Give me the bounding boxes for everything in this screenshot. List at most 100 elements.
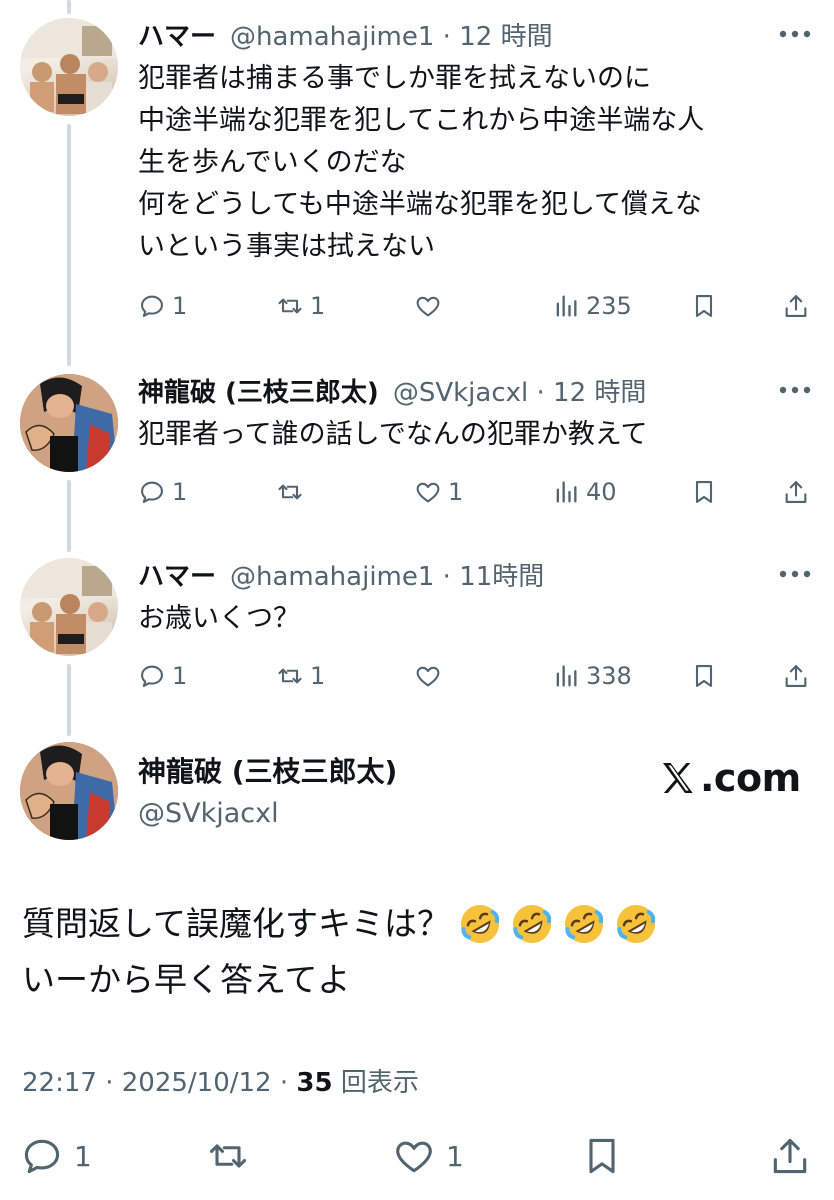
retweet-icon bbox=[209, 1144, 247, 1168]
retweet-icon bbox=[278, 298, 302, 314]
user-handle[interactable]: @hamahajime1 · 11時間 bbox=[230, 556, 544, 593]
share-button[interactable] bbox=[782, 288, 810, 324]
views-chart-icon bbox=[556, 295, 577, 317]
bookmark-button[interactable] bbox=[580, 1130, 624, 1182]
tweet-text-line: 中途半端な犯罪を犯してこれから中途半端な人 bbox=[138, 105, 705, 136]
bookmark-icon bbox=[695, 481, 713, 503]
retweet-button[interactable] bbox=[276, 474, 310, 510]
like-button[interactable] bbox=[414, 288, 448, 324]
views-button[interactable]: 338 bbox=[552, 658, 632, 694]
retweet-count: 1 bbox=[310, 292, 326, 320]
main-tweet-actions: 1 1 bbox=[0, 1130, 834, 1182]
avatar[interactable] bbox=[20, 558, 118, 656]
main-user-handle[interactable]: @SVkjacxl bbox=[138, 794, 397, 834]
views-button[interactable]: 40 bbox=[552, 474, 617, 510]
avatar[interactable] bbox=[20, 18, 118, 116]
heart-icon bbox=[416, 482, 440, 503]
retweet-button[interactable] bbox=[206, 1130, 260, 1182]
main-display-name[interactable]: 神龍破 (三枝三郎太) bbox=[138, 752, 397, 792]
main-avatar[interactable] bbox=[20, 742, 118, 840]
reply-button[interactable]: 1 bbox=[20, 1130, 92, 1182]
rolling-on-floor-laughing-icon bbox=[565, 905, 604, 943]
bookmark-icon bbox=[695, 295, 713, 317]
retweet-icon bbox=[278, 484, 302, 500]
bookmark-button[interactable] bbox=[690, 288, 718, 324]
share-button[interactable] bbox=[782, 474, 810, 510]
like-count: 1 bbox=[448, 478, 464, 506]
retweet-button[interactable]: 1 bbox=[276, 658, 325, 694]
tweet-meta: 22:17 · 2025/10/12 · 35 回表示 bbox=[22, 1068, 419, 1098]
tweet-view-count: 35 bbox=[296, 1068, 333, 1098]
tweet-text-line: いという事実は拭えない bbox=[138, 231, 435, 262]
bookmark-button[interactable] bbox=[690, 658, 718, 694]
views-chart-icon bbox=[556, 665, 577, 687]
timestamp[interactable]: 12 時間 bbox=[459, 22, 552, 52]
reply-button[interactable]: 1 bbox=[138, 658, 187, 694]
more-options-icon[interactable] bbox=[778, 380, 812, 400]
view-count: 235 bbox=[586, 292, 632, 320]
bookmark-icon bbox=[695, 665, 713, 687]
reply-icon bbox=[24, 1139, 60, 1174]
tweet-text-line: 生を歩んでいくのだな bbox=[138, 147, 407, 178]
tweet-text: 犯罪者って誰の話しでなんの犯罪か教えて bbox=[138, 414, 804, 456]
tweet-actions: 1 1 338 bbox=[138, 658, 818, 694]
reply-count: 1 bbox=[172, 292, 188, 320]
heart-icon bbox=[416, 296, 440, 317]
retweet-icon bbox=[278, 668, 302, 684]
more-options-icon[interactable] bbox=[778, 24, 812, 44]
share-icon bbox=[785, 481, 807, 503]
tweet-text: お歳いくつ？ bbox=[138, 598, 804, 640]
share-icon bbox=[773, 1138, 807, 1174]
views-chart-icon bbox=[556, 481, 577, 503]
thread-connector-top bbox=[67, 0, 71, 14]
reply-icon bbox=[141, 665, 163, 687]
view-count: 338 bbox=[586, 662, 632, 690]
tweet-actions: 1 1 235 bbox=[138, 288, 818, 324]
main-text-line: いーから早く答えてよ bbox=[22, 960, 351, 999]
reply-button[interactable]: 1 bbox=[138, 288, 187, 324]
display-name[interactable]: ハマー bbox=[138, 16, 216, 53]
like-button[interactable]: 1 bbox=[392, 1130, 464, 1182]
tweet-text-line: 犯罪者って誰の話しでなんの犯罪か教えて bbox=[138, 419, 648, 450]
timestamp[interactable]: 12 時間 bbox=[553, 378, 646, 408]
tweet-date[interactable]: 2025/10/12 bbox=[122, 1068, 272, 1098]
more-options-icon[interactable] bbox=[778, 564, 812, 584]
reply-button[interactable]: 1 bbox=[138, 474, 187, 510]
like-count: 1 bbox=[446, 1139, 464, 1173]
retweet-button[interactable]: 1 bbox=[276, 288, 325, 324]
timestamp[interactable]: 11時間 bbox=[459, 562, 544, 592]
rolling-on-floor-laughing-icon bbox=[461, 905, 500, 943]
reply-icon bbox=[141, 295, 163, 317]
user-handle[interactable]: @SVkjacxl · 12 時間 bbox=[393, 372, 647, 409]
reply-icon bbox=[141, 481, 163, 503]
reply-count: 1 bbox=[74, 1139, 92, 1173]
views-button[interactable]: 235 bbox=[552, 288, 632, 324]
tweet[interactable]: 神龍破 (三枝三郎太) @SVkjacxl · 12 時間 犯罪者って誰の話しで… bbox=[0, 370, 834, 520]
display-name[interactable]: ハマー bbox=[138, 556, 216, 593]
share-button[interactable] bbox=[768, 1130, 812, 1182]
share-button[interactable] bbox=[782, 658, 810, 694]
tweet[interactable]: ハマー @hamahajime1 · 12 時間 犯罪者は捕まる事でしか罪を拭え… bbox=[0, 14, 834, 334]
main-tweet-text: 質問返して誤魔化すキミは？ いーから早く答えてよ bbox=[22, 896, 658, 1008]
tweet-text: 犯罪者は捕まる事でしか罪を拭えないのに 中途半端な犯罪を犯してこれから中途半端な… bbox=[138, 58, 804, 268]
bookmark-icon bbox=[589, 1138, 615, 1174]
tweet-time[interactable]: 22:17 bbox=[22, 1068, 97, 1098]
bookmark-button[interactable] bbox=[690, 474, 718, 510]
x-com-watermark: .com bbox=[658, 756, 801, 800]
like-button[interactable]: 1 bbox=[414, 474, 463, 510]
user-handle[interactable]: @hamahajime1 · 12 時間 bbox=[230, 16, 553, 53]
tweet[interactable]: ハマー @hamahajime1 · 11時間 お歳いくつ？ 1 1 338 bbox=[0, 554, 834, 704]
rolling-on-floor-laughing-icon bbox=[513, 905, 552, 943]
share-icon bbox=[785, 295, 807, 317]
like-button[interactable] bbox=[414, 658, 448, 694]
heart-icon bbox=[396, 1141, 432, 1173]
reply-count: 1 bbox=[172, 662, 188, 690]
display-name[interactable]: 神龍破 (三枝三郎太) bbox=[138, 372, 379, 409]
brand-text: .com bbox=[700, 756, 801, 800]
reply-count: 1 bbox=[172, 478, 188, 506]
retweet-count: 1 bbox=[310, 662, 326, 690]
avatar[interactable] bbox=[20, 374, 118, 472]
tweet-actions: 1 1 40 bbox=[138, 474, 818, 510]
tweet-text-line: 何をどうしても中途半端な犯罪を犯して償えな bbox=[138, 189, 703, 220]
tweet-text-line: お歳いくつ？ bbox=[138, 603, 300, 634]
